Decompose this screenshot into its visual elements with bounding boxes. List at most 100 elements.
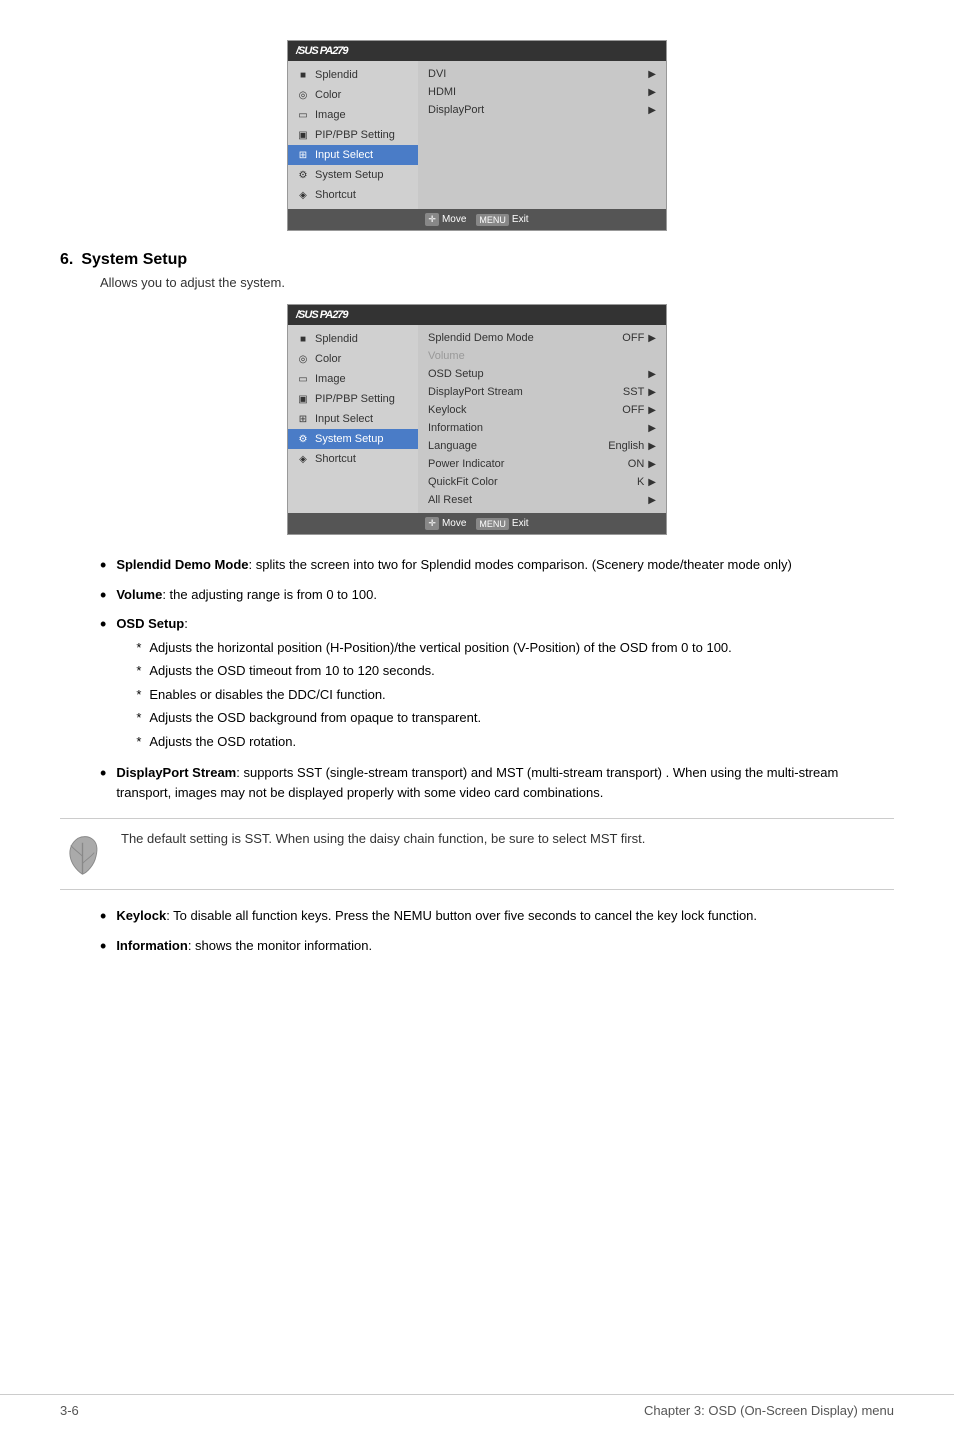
osd-main-right-label: OSD Setup (428, 368, 484, 380)
sub-dot-5: * (136, 732, 141, 752)
osd-left-label: Splendid (315, 69, 358, 81)
bullet-information: • Information: shows the monitor informa… (100, 936, 894, 958)
page-content: /SUS PA279 ■Splendid◎Color▭Image▣PIP/PBP… (0, 0, 954, 1025)
osd-main-left-label: Shortcut (315, 453, 356, 465)
bullet-list: • Splendid Demo Mode: splits the screen … (100, 555, 894, 802)
osd-main-left-icon: ■ (296, 332, 310, 346)
osd-main-right-arrow: ▶ (648, 423, 656, 434)
footer-move-top: ✛ Move (425, 213, 466, 226)
osd-screenshot-main: /SUS PA279 ■Splendid◎Color▭Image▣PIP/PBP… (60, 304, 894, 535)
osd-main-right-value: SST (623, 386, 644, 398)
osd-left-main: ■Splendid◎Color▭Image▣PIP/PBP Setting⊞In… (288, 325, 418, 513)
sub-text-5: Adjusts the OSD rotation. (149, 732, 296, 752)
osd-right-item-dvi: DVI▶ (418, 65, 666, 83)
note-leaf-icon (60, 829, 105, 879)
osd-title-bar-main: /SUS PA279 (288, 305, 666, 325)
sub-dot-2: * (136, 661, 141, 681)
osd-left-label: System Setup (315, 169, 383, 181)
osd-main-left-label: Input Select (315, 413, 373, 425)
bullet-text-4: DisplayPort Stream: supports SST (single… (116, 763, 894, 802)
osd-content-main: ■Splendid◎Color▭Image▣PIP/PBP Setting⊞In… (288, 325, 666, 513)
section-heading: 6. System Setup (60, 251, 894, 269)
move-icon-top: ✛ (425, 213, 439, 226)
bullet-text-1: Splendid Demo Mode: splits the screen in… (116, 555, 792, 577)
sub-item-2: * Adjusts the OSD timeout from 10 to 120… (136, 661, 731, 681)
menu-icon-top: MENU (476, 214, 509, 226)
osd-main-right-arrow: ▶ (648, 387, 656, 398)
osd-right-label: DisplayPort (428, 104, 484, 116)
osd-left-icon: ⊞ (296, 148, 310, 162)
bullet-desc-1: : splits the screen into two for Splendi… (248, 557, 791, 572)
osd-title-bar-top: /SUS PA279 (288, 41, 666, 61)
osd-right-item-hdmi: HDMI▶ (418, 83, 666, 101)
bullet-dot-1: • (100, 555, 106, 577)
osd-left-label: Color (315, 89, 341, 101)
osd-left-icon: ■ (296, 68, 310, 82)
bullet-dot-2: • (100, 585, 106, 607)
osd-main-left-label: Color (315, 353, 341, 365)
bullet-dot-4: • (100, 763, 106, 802)
sub-item-1: * Adjusts the horizontal position (H-Pos… (136, 638, 731, 658)
bullet-text-6: Information: shows the monitor informati… (116, 936, 372, 958)
osd-main-left-icon: ▣ (296, 392, 310, 406)
sub-item-5: * Adjusts the OSD rotation. (136, 732, 731, 752)
osd-main-left-icon: ▭ (296, 372, 310, 386)
bullet-dot-5: • (100, 906, 106, 928)
sub-text-1: Adjusts the horizontal position (H-Posit… (149, 638, 731, 658)
sub-dot-1: * (136, 638, 141, 658)
osd-main-right-arrow: ▶ (648, 459, 656, 470)
bullet-text-5: Keylock: To disable all function keys. P… (116, 906, 757, 928)
osd-sub-list: * Adjusts the horizontal position (H-Pos… (136, 638, 731, 752)
bullet-volume: • Volume: the adjusting range is from 0 … (100, 585, 894, 607)
footer-exit-main: MENU Exit (476, 518, 528, 530)
bullet-desc-3: : (184, 616, 188, 631)
osd-main-right-label: Keylock (428, 404, 467, 416)
osd-box-main: /SUS PA279 ■Splendid◎Color▭Image▣PIP/PBP… (287, 304, 667, 535)
bullet-term-4: DisplayPort Stream (116, 765, 236, 780)
footer-move-label-top: Move (442, 214, 466, 225)
osd-main-left-icon: ⊞ (296, 412, 310, 426)
osd-main-left-item-image: ▭ Image (288, 369, 418, 389)
osd-screenshot-top: /SUS PA279 ■Splendid◎Color▭Image▣PIP/PBP… (60, 40, 894, 231)
osd-main-right-item-language: Language English ▶ (418, 437, 666, 455)
sub-item-3: * Enables or disables the DDC/CI functio… (136, 685, 731, 705)
osd-main-right-label: Information (428, 422, 483, 434)
bullet-list-2: • Keylock: To disable all function keys.… (100, 906, 894, 957)
osd-right-arrow: ▶ (648, 87, 656, 98)
page-footer: 3-6 Chapter 3: OSD (On-Screen Display) m… (0, 1394, 954, 1418)
osd-left-item-splendid: ■ Splendid (288, 65, 418, 85)
osd-main-left-label: Image (315, 373, 346, 385)
osd-main-right-value: OFF (622, 404, 644, 416)
osd-left-icon: ◈ (296, 188, 310, 202)
sub-dot-3: * (136, 685, 141, 705)
page-number: 3-6 (60, 1403, 79, 1418)
osd-main-right-label: Power Indicator (428, 458, 504, 470)
osd-main-left-item-shortcut: ◈Shortcut (288, 449, 418, 469)
osd-main-right-label: Language (428, 440, 477, 452)
osd-main-right-value: OFF (622, 332, 644, 344)
footer-move-main: ✛ Move (425, 517, 466, 530)
osd-main-left-item-color: ◎Color (288, 349, 418, 369)
sub-text-4: Adjusts the OSD background from opaque t… (149, 708, 481, 728)
osd-main-left-label: Splendid (315, 333, 358, 345)
bullet-dot-3: • (100, 614, 106, 755)
osd-main-left-icon: ⚙ (296, 432, 310, 446)
osd-main-left-item-system-setup: ⚙System Setup (288, 429, 418, 449)
asus-logo-top: /SUS PA279 (296, 45, 348, 57)
osd-footer-main: ✛ Move MENU Exit (288, 513, 666, 534)
osd-main-right-arrow: ▶ (648, 405, 656, 416)
osd-main-right-item-keylock: Keylock OFF ▶ (418, 401, 666, 419)
osd-main-right-label: QuickFit Color (428, 476, 498, 488)
osd-left-item-system-setup: ⚙ System Setup (288, 165, 418, 185)
sub-dot-4: * (136, 708, 141, 728)
osd-left-item-image: ▭Image (288, 105, 418, 125)
osd-left-icon: ⚙ (296, 168, 310, 182)
osd-main-right-arrow: ▶ (648, 441, 656, 452)
osd-main-right-value: English (608, 440, 644, 452)
osd-main-left-item-input-select: ⊞ Input Select (288, 409, 418, 429)
note-text: The default setting is SST. When using t… (121, 829, 645, 849)
osd-main-right-arrow: ▶ (648, 369, 656, 380)
osd-right-top: DVI▶HDMI▶ DisplayPort ▶ (418, 61, 666, 209)
bullet-desc-6: : shows the monitor information. (188, 938, 372, 953)
section-description: Allows you to adjust the system. (100, 275, 894, 290)
